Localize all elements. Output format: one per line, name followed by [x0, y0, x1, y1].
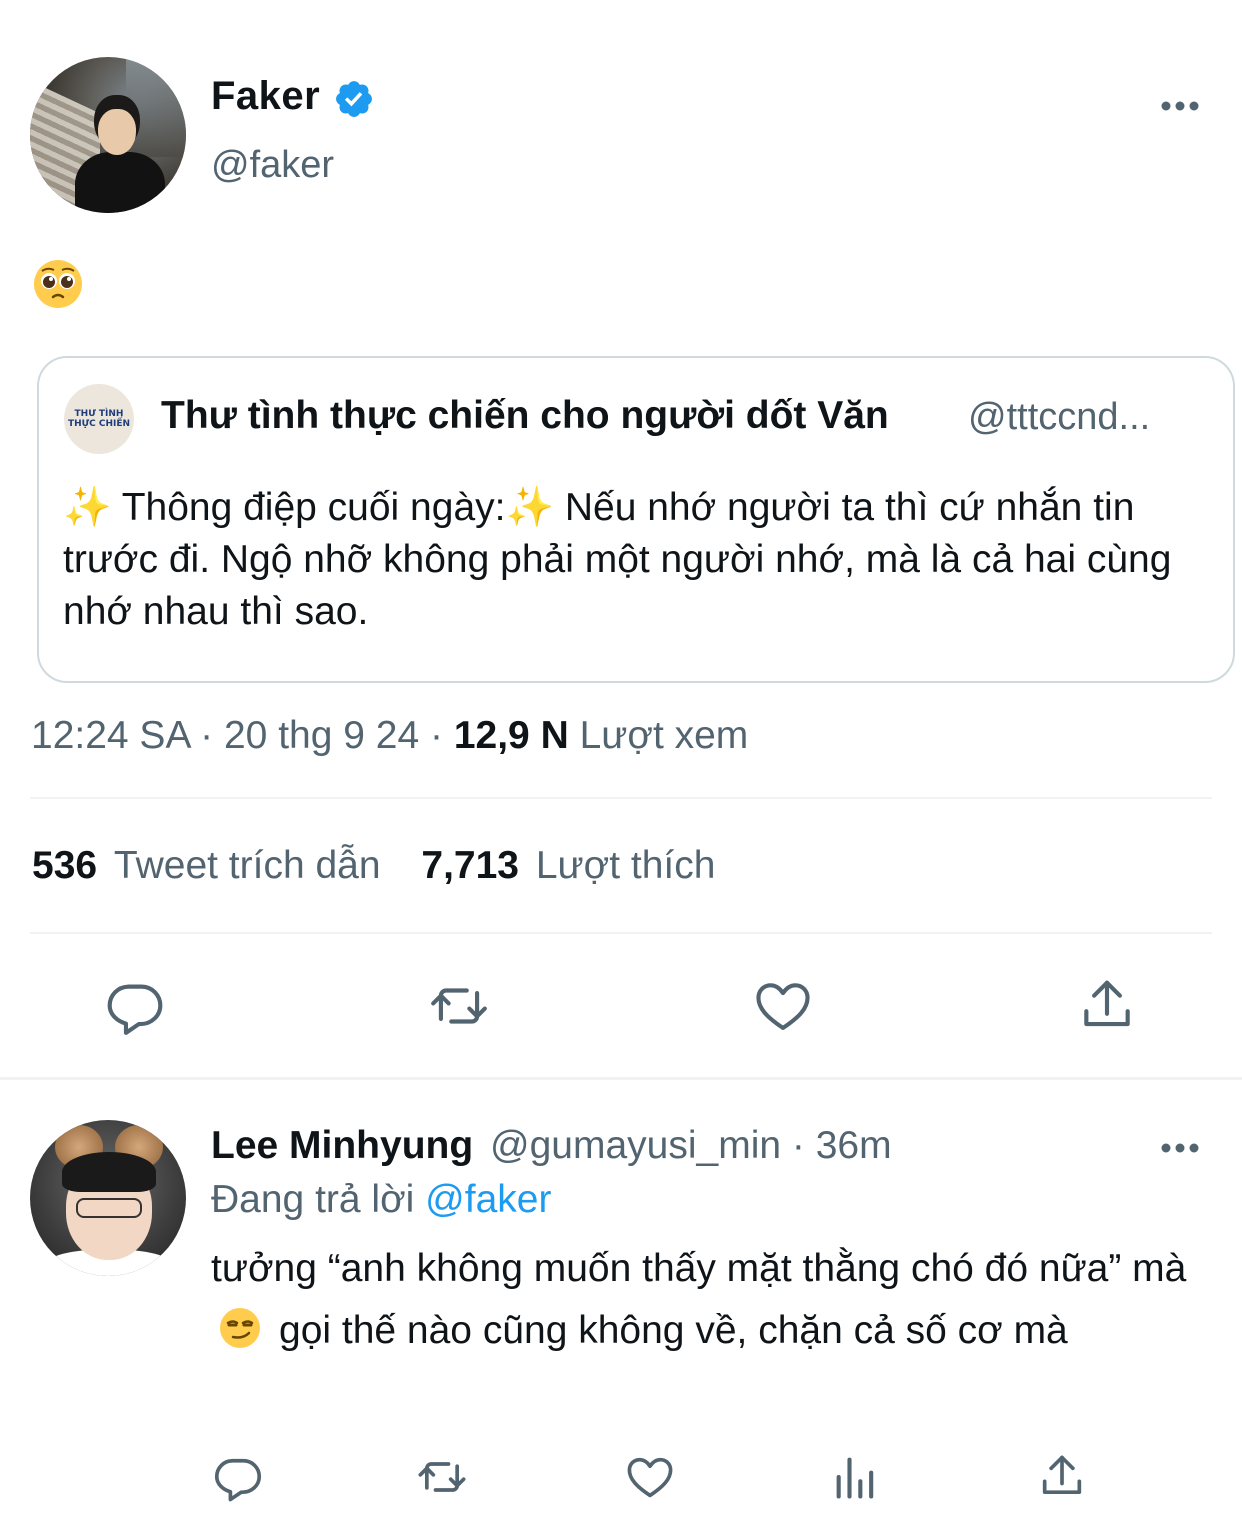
like-icon[interactable] — [752, 975, 814, 1037]
pleading-face-emoji — [32, 258, 84, 310]
reply-icon[interactable] — [104, 975, 166, 1037]
separator-dot: · — [419, 714, 454, 757]
reply-text: tưởng “anh không muốn thấy mặt thằng chó… — [211, 1238, 1201, 1362]
divider — [30, 932, 1212, 934]
retweet-icon[interactable] — [428, 975, 490, 1037]
verified-badge-icon — [333, 78, 375, 120]
views-icon[interactable] — [830, 1451, 882, 1503]
views-count[interactable]: 12,9 N — [454, 714, 569, 757]
views-label[interactable]: Lượt xem — [569, 714, 749, 757]
quoted-author-name[interactable]: Thư tình thực chiến cho người dốt Văn — [161, 394, 889, 438]
share-icon[interactable] — [1076, 975, 1138, 1037]
replying-to: Đang trả lời @faker — [211, 1178, 551, 1222]
quoted-author-avatar[interactable]: THƯ TÌNH THỰC CHIẾN — [64, 384, 134, 454]
reply-text-segment: tưởng “anh không muốn thấy mặt thằng chó… — [211, 1247, 1187, 1290]
section-divider — [0, 1077, 1242, 1080]
retweet-icon[interactable] — [416, 1451, 468, 1503]
separator-dot: · — [781, 1124, 816, 1167]
author-handle[interactable]: @faker — [211, 144, 334, 187]
share-icon[interactable] — [1036, 1451, 1088, 1503]
tweet-date[interactable]: 20 thg 9 24 — [224, 714, 419, 757]
tweet-meta: 12:24 SA · 20 thg 9 24 · 12,9 N Lượt xem — [31, 714, 748, 758]
more-options-icon[interactable] — [1158, 1134, 1202, 1162]
more-options-icon[interactable] — [1158, 92, 1202, 120]
reply-author-handle[interactable]: @gumayusi_min — [490, 1124, 781, 1167]
like-icon[interactable] — [624, 1451, 676, 1503]
quotes-count[interactable]: 536 — [32, 844, 97, 887]
sparkles-emoji: ✨ — [505, 486, 555, 529]
quotes-label[interactable]: Tweet trích dẫn — [114, 844, 381, 887]
quoted-tweet-text: ✨ Thông điệp cuối ngày:✨ Nếu nhớ người t… — [63, 482, 1203, 638]
tweet-time[interactable]: 12:24 SA — [31, 714, 189, 757]
avatar-text-line2: THỰC CHIẾN — [67, 419, 131, 429]
reply-text-segment: gọi thế nào cũng không về, chặn cả số cơ… — [279, 1309, 1068, 1352]
author-name[interactable]: Faker — [211, 74, 320, 119]
quote-text-segment: Thông điệp cuối ngày: — [111, 486, 506, 529]
replying-mention[interactable]: @faker — [425, 1178, 551, 1221]
quoted-author-handle[interactable]: @tttccnd... — [968, 396, 1150, 439]
author-avatar[interactable] — [30, 57, 186, 213]
separator-dot: · — [189, 714, 224, 757]
reply-icon[interactable] — [212, 1451, 264, 1503]
reply-time[interactable]: 36m — [816, 1124, 892, 1167]
divider — [30, 797, 1212, 799]
smirking-face-emoji — [219, 1306, 261, 1348]
replying-label: Đang trả lời — [211, 1178, 426, 1221]
reply-author-name[interactable]: Lee Minhyung — [211, 1124, 473, 1167]
likes-label[interactable]: Lượt thích — [536, 844, 716, 887]
sparkles-emoji: ✨ — [63, 486, 112, 529]
tweet-stats: 536 Tweet trích dẫn 7,713 Lượt thích — [32, 844, 715, 888]
reply-author-avatar[interactable] — [30, 1120, 186, 1276]
avatar-text-line1: THƯ TÌNH — [74, 409, 124, 419]
reply-header: Lee Minhyung @gumayusi_min · 36m — [211, 1124, 892, 1168]
likes-count[interactable]: 7,713 — [421, 844, 519, 887]
